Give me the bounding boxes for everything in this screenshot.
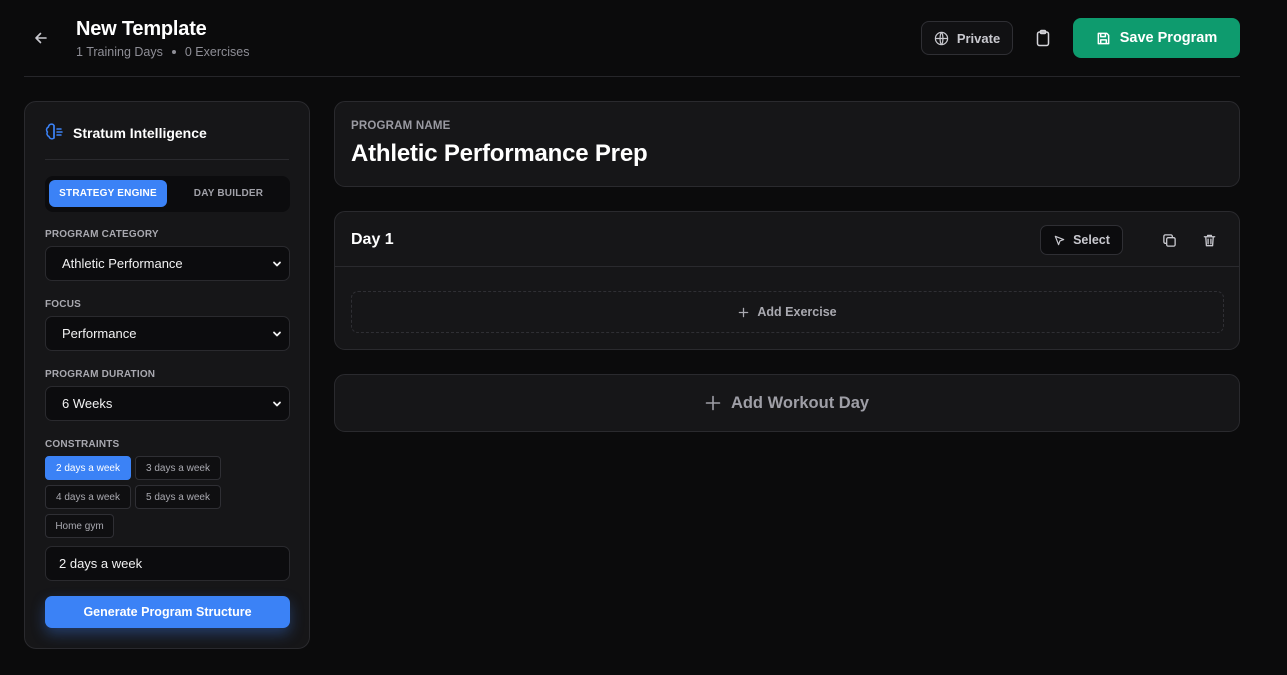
sidebar-header: Stratum Intelligence — [45, 122, 289, 160]
select-label: Select — [1073, 233, 1110, 247]
focus-select[interactable]: Performance — [45, 316, 290, 351]
duration-label: PROGRAM DURATION — [45, 369, 156, 380]
plus-icon — [705, 395, 721, 411]
duplicate-day-button[interactable] — [1158, 229, 1180, 251]
chevron-down-icon — [273, 261, 281, 267]
constraint-chip[interactable]: 5 days a week — [135, 485, 221, 509]
mode-tabs: STRATEGY ENGINE DAY BUILDER — [45, 176, 290, 212]
brain-icon — [45, 123, 63, 140]
constraint-chip[interactable]: 2 days a week — [45, 456, 131, 480]
visibility-button[interactable]: Private — [921, 21, 1013, 55]
select-button[interactable]: Select — [1040, 225, 1123, 255]
day-card: Day 1 Select Add Exercise — [334, 211, 1240, 350]
category-select[interactable]: Athletic Performance — [45, 246, 290, 281]
constraints-label: CONSTRAINTS — [45, 439, 120, 450]
page-title: New Template — [76, 18, 207, 40]
generate-structure-button[interactable]: Generate Program Structure — [45, 596, 290, 628]
tab-day-builder[interactable]: DAY BUILDER — [171, 180, 286, 207]
day-title: Day 1 — [351, 231, 394, 248]
add-exercise-button[interactable]: Add Exercise — [351, 291, 1224, 333]
copy-icon — [1162, 233, 1176, 247]
clipboard-button[interactable] — [1029, 24, 1057, 52]
program-name-label: PROGRAM NAME — [351, 120, 451, 132]
delete-day-button[interactable] — [1198, 229, 1220, 251]
cursor-icon — [1054, 235, 1065, 245]
save-label: Save Program — [1119, 30, 1218, 46]
add-workout-day-label: Add Workout Day — [730, 393, 870, 412]
program-name-input[interactable]: Athletic Performance Prep — [351, 140, 648, 168]
focus-value: Performance — [62, 326, 137, 341]
constraints-input[interactable]: 2 days a week — [45, 546, 290, 581]
title-block: New Template 1 Training Days 0 Exercises — [76, 18, 249, 59]
page-header: New Template 1 Training Days 0 Exercises… — [24, 0, 1240, 77]
category-label: PROGRAM CATEGORY — [45, 229, 159, 240]
duration-value: 6 Weeks — [62, 396, 113, 411]
constraint-chip[interactable]: Home gym — [45, 514, 114, 538]
save-program-button[interactable]: Save Program — [1073, 18, 1240, 58]
back-button[interactable] — [30, 27, 52, 49]
clipboard-icon — [1036, 29, 1050, 47]
category-value: Athletic Performance — [62, 256, 183, 271]
plus-icon — [739, 307, 749, 317]
add-exercise-label: Add Exercise — [757, 305, 837, 319]
focus-label: FOCUS — [45, 299, 81, 310]
constraint-chip[interactable]: 3 days a week — [135, 456, 221, 480]
trash-icon — [1203, 234, 1215, 246]
constraint-chip[interactable]: 4 days a week — [45, 485, 131, 509]
page-subtitle: 1 Training Days 0 Exercises — [76, 45, 249, 59]
exercises-count: 0 Exercises — [184, 45, 250, 59]
training-days-count: 1 Training Days — [76, 45, 163, 59]
globe-icon — [934, 31, 949, 45]
duration-select[interactable]: 6 Weeks — [45, 386, 290, 421]
program-name-card: PROGRAM NAME Athletic Performance Prep — [334, 101, 1240, 187]
strategy-sidebar: Stratum Intelligence STRATEGY ENGINE DAY… — [24, 101, 310, 649]
save-icon — [1097, 32, 1110, 44]
chevron-down-icon — [273, 401, 281, 407]
visibility-label: Private — [956, 30, 1001, 46]
separator-dot — [171, 50, 176, 54]
chevron-down-icon — [273, 331, 281, 337]
arrow-left-icon — [35, 32, 47, 44]
tab-strategy-engine[interactable]: STRATEGY ENGINE — [49, 180, 167, 207]
day-header: Day 1 Select — [335, 212, 1239, 267]
add-workout-day-button[interactable]: Add Workout Day — [334, 374, 1240, 432]
sidebar-title: Stratum Intelligence — [73, 125, 207, 141]
